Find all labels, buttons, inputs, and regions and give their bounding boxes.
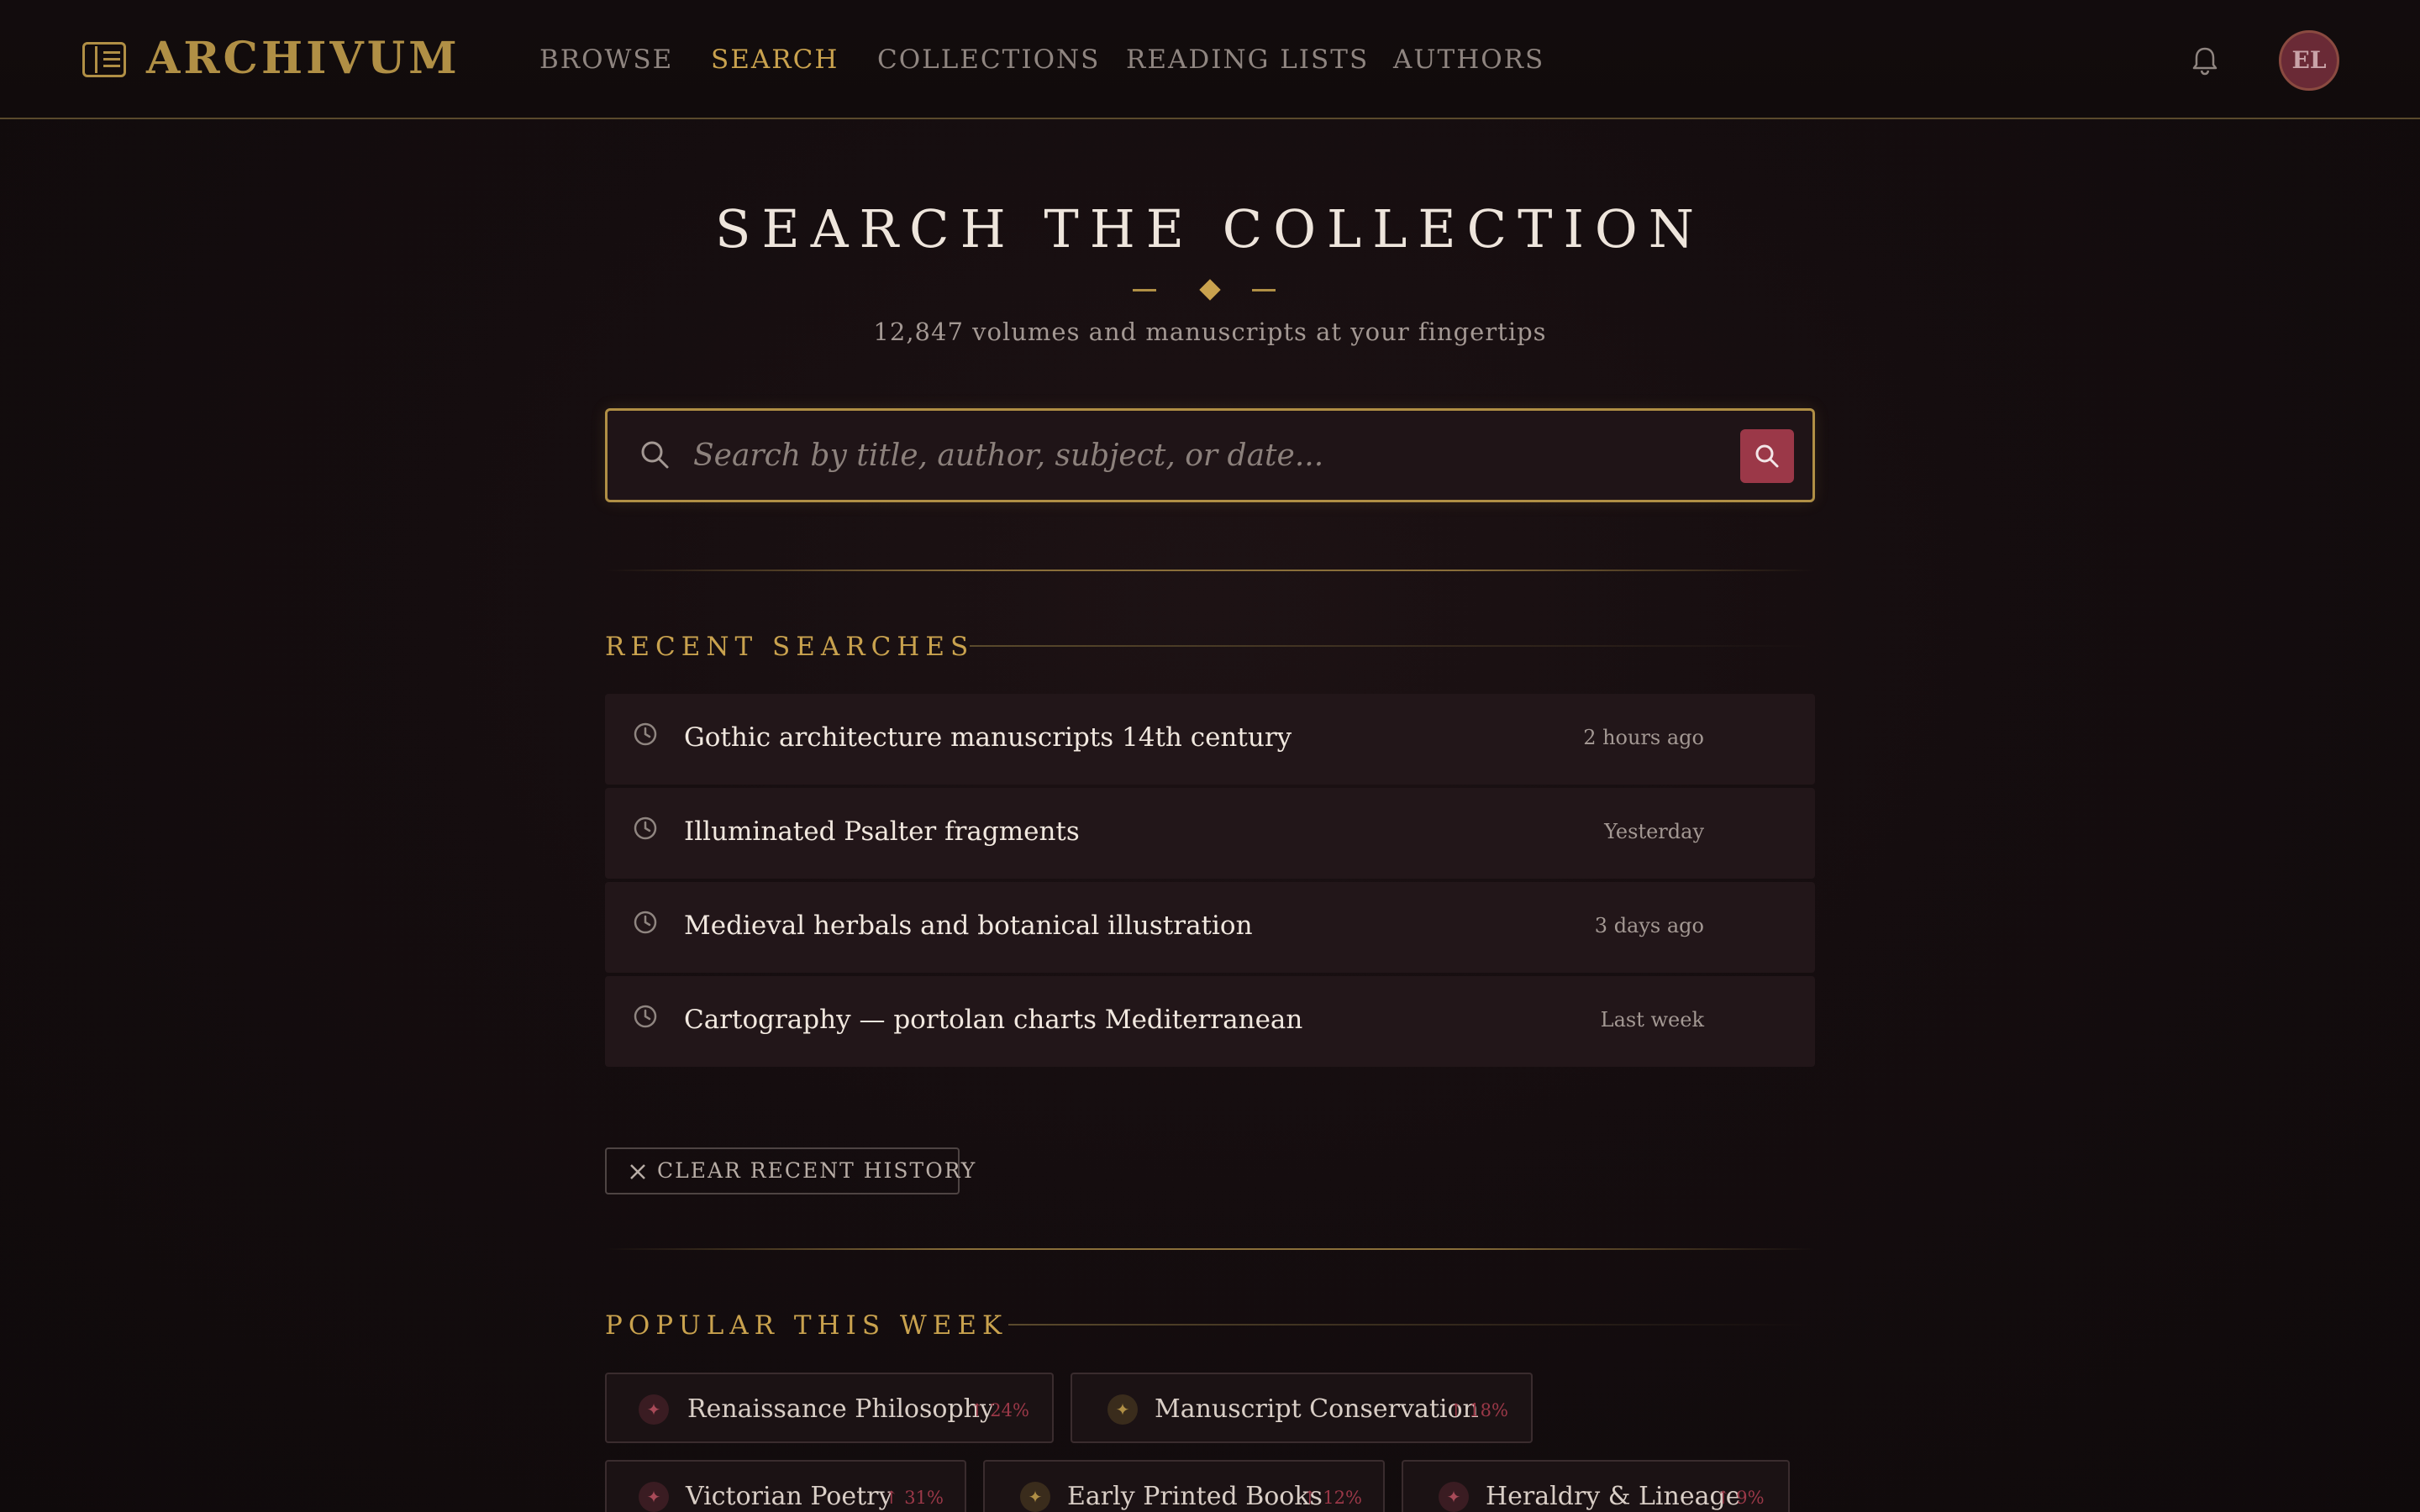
- clock-icon: [634, 816, 657, 840]
- search-submit-button[interactable]: [1740, 429, 1794, 483]
- clear-history-label: CLEAR RECENT HISTORY: [657, 1158, 977, 1183]
- clear-history-button[interactable]: CLEAR RECENT HISTORY: [605, 1147, 975, 1194]
- popular-topic-chip[interactable]: ✦ Renaissance Philosophy ↑ 24%: [605, 1373, 1054, 1443]
- logo-text[interactable]: ARCHIVUM: [146, 34, 460, 84]
- chip-label: Early Printed Books: [1067, 1482, 1323, 1511]
- nav-authors[interactable]: Authors: [1393, 42, 1544, 77]
- popular-topic-chip[interactable]: ✦ Manuscript Conservation ↑ 18%: [1071, 1373, 1533, 1443]
- sparkle-icon: ✦: [1107, 1394, 1138, 1425]
- recent-search-query: Illuminated Psalter fragments: [684, 816, 1080, 847]
- chip-trend: ↑ 24%: [970, 1400, 1029, 1420]
- section-divider: [605, 1248, 1815, 1250]
- nav-browse[interactable]: Browse: [539, 42, 673, 77]
- chip-label: Manuscript Conservation: [1155, 1394, 1479, 1424]
- recent-search-item[interactable]: Illuminated Psalter fragments Yesterday: [605, 788, 1815, 879]
- chip-label: Heraldry & Lineage: [1486, 1482, 1741, 1511]
- sparkle-icon: ✦: [639, 1394, 669, 1425]
- popular-title: POPULAR THIS WEEK: [605, 1310, 1008, 1341]
- chip-trend: ↑ 18%: [1449, 1400, 1508, 1420]
- recent-search-item[interactable]: Medieval herbals and botanical illustrat…: [605, 882, 1815, 973]
- chip-trend: ↑ 31%: [884, 1488, 944, 1508]
- bell-icon[interactable]: [2188, 44, 2222, 77]
- search-icon: [1755, 444, 1779, 468]
- nav-reading-lists[interactable]: Reading Lists: [1126, 42, 1369, 77]
- recent-search-query: Medieval herbals and botanical illustrat…: [684, 911, 1253, 941]
- section-divider: [605, 570, 1815, 571]
- recent-searches-title: RECENT SEARCHES: [605, 632, 975, 662]
- recent-search-time: Last week: [1600, 1008, 1704, 1032]
- sparkle-icon: ✦: [1020, 1482, 1050, 1512]
- search-input[interactable]: [693, 428, 1702, 483]
- popular-topic-chip[interactable]: ✦ Heraldry & Lineage ↑ 9%: [1402, 1460, 1790, 1512]
- search-icon: [641, 441, 669, 469]
- search-box: [605, 408, 1815, 502]
- popular-topic-chip[interactable]: ✦ Victorian Poetry ↑ 31%: [605, 1460, 966, 1512]
- avatar[interactable]: EL: [2279, 30, 2339, 91]
- book-icon[interactable]: [82, 42, 126, 77]
- recent-search-query: Gothic architecture manuscripts 14th cen…: [684, 722, 1292, 753]
- chip-trend: ↑ 12%: [1302, 1488, 1362, 1508]
- nav-search[interactable]: Search: [711, 42, 839, 77]
- recent-search-item[interactable]: Cartography — portolan charts Mediterran…: [605, 976, 1815, 1067]
- section-rule: [970, 645, 1810, 647]
- clock-icon: [634, 911, 657, 934]
- close-icon: [630, 1164, 645, 1179]
- page-title: SEARCH THE COLLECTION: [714, 198, 1706, 260]
- nav-collections[interactable]: Collections: [877, 42, 1100, 77]
- recent-search-time: 2 hours ago: [1583, 726, 1704, 749]
- chip-label: Renaissance Philosophy: [687, 1394, 994, 1424]
- recent-search-time: 3 days ago: [1594, 914, 1704, 937]
- recent-search-item[interactable]: Gothic architecture manuscripts 14th cen…: [605, 694, 1815, 785]
- page-subtitle: 12,847 volumes and manuscripts at your f…: [873, 318, 1547, 346]
- section-rule: [1008, 1324, 1810, 1326]
- clock-icon: [634, 722, 657, 746]
- chip-label: Victorian Poetry: [686, 1482, 893, 1511]
- title-ornament: [1126, 277, 1294, 302]
- sparkle-icon: ✦: [639, 1482, 669, 1512]
- chip-trend: ↑ 9%: [1716, 1488, 1765, 1508]
- sparkle-icon: ✦: [1439, 1482, 1469, 1512]
- clock-icon: [634, 1005, 657, 1028]
- popular-topic-chip[interactable]: ✦ Early Printed Books ↑ 12%: [983, 1460, 1385, 1512]
- recent-search-time: Yesterday: [1604, 820, 1704, 843]
- top-navigation-bar: ARCHIVUM Browse Search Collections Readi…: [0, 0, 2420, 119]
- recent-search-query: Cartography — portolan charts Mediterran…: [684, 1005, 1303, 1035]
